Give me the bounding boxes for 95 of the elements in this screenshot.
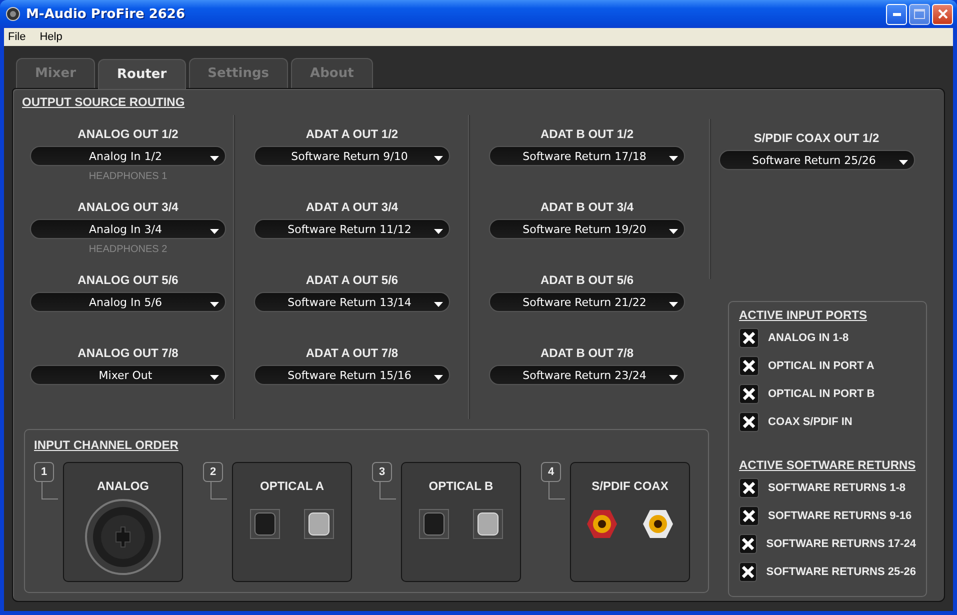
close-button[interactable] <box>932 4 953 24</box>
input-card[interactable]: ANALOG <box>63 462 183 582</box>
source-dropdown[interactable]: Software Return 25/26 <box>718 150 914 170</box>
output-label: ADAT A OUT 5/6 <box>306 273 398 287</box>
source-dropdown[interactable]: Software Return 23/24 <box>489 365 685 385</box>
check-x-icon <box>742 387 756 401</box>
checkbox[interactable] <box>739 384 759 404</box>
caret-icon <box>669 156 678 160</box>
optical-port-icon <box>250 509 280 539</box>
optical-port-icon <box>473 509 503 539</box>
minimize-icon <box>892 12 900 16</box>
menu-item[interactable]: Help <box>40 31 62 43</box>
check-x-icon <box>741 565 756 579</box>
checkbox[interactable] <box>739 534 758 554</box>
output-label: ANALOG OUT 7/8 <box>78 346 178 360</box>
rca-jack-icon <box>586 509 618 539</box>
order-number: 4 <box>541 462 561 482</box>
source-dropdown[interactable]: Analog In 3/4 <box>30 219 226 239</box>
source-dropdown[interactable]: Software Return 17/18 <box>489 146 685 166</box>
maximize-button[interactable] <box>909 4 930 24</box>
checkbox[interactable] <box>739 412 759 432</box>
section-heading: OUTPUT SOURCE ROUTING <box>22 95 185 109</box>
caret-icon <box>669 374 678 380</box>
output-label: ANALOG OUT 5/6 <box>78 273 178 287</box>
check-x-icon <box>742 415 756 429</box>
section-heading: INPUT CHANNEL ORDER <box>34 438 178 452</box>
source-dropdown[interactable]: Analog In 1/2 <box>30 146 226 166</box>
check-x-icon <box>742 509 756 523</box>
check-x-icon <box>742 481 756 495</box>
source-dropdown[interactable]: Software Return 15/16 <box>254 365 450 385</box>
checkbox-label: SOFTWARE RETURNS 17-24 <box>766 538 916 550</box>
source-dropdown[interactable]: Software Return 19/20 <box>489 219 685 239</box>
check-x-icon <box>742 359 756 373</box>
caret-icon <box>669 302 678 306</box>
output-label: ADAT B OUT 7/8 <box>540 346 634 360</box>
source-dropdown[interactable]: Software Return 13/14 <box>254 292 450 312</box>
output-label: ADAT A OUT 7/8 <box>306 346 398 360</box>
order-number: 3 <box>372 462 392 482</box>
caret-icon <box>434 374 443 380</box>
close-icon <box>938 9 948 19</box>
checkbox[interactable] <box>739 562 758 582</box>
caret-icon <box>898 160 908 164</box>
checkbox-label: COAX S/PDIF IN <box>768 416 852 428</box>
check-x-icon <box>742 331 756 345</box>
checkbox-label: OPTICAL IN PORT B <box>768 388 875 400</box>
checkbox-label: SOFTWARE RETURNS 9-16 <box>768 510 912 522</box>
caret-icon <box>210 228 219 234</box>
check-x-icon <box>741 537 756 551</box>
output-label: ANALOG OUT 3/4 <box>78 200 178 214</box>
input-card[interactable]: OPTICAL B <box>401 462 521 582</box>
caret-icon <box>669 228 678 234</box>
source-dropdown[interactable]: Analog In 5/6 <box>30 292 226 312</box>
output-label: ADAT A OUT 1/2 <box>306 127 398 141</box>
output-label: ADAT A OUT 3/4 <box>306 200 398 214</box>
output-label: ADAT B OUT 5/6 <box>540 273 634 287</box>
order-number: 1 <box>34 462 54 482</box>
output-label: ADAT B OUT 1/2 <box>540 127 634 141</box>
section-heading: ACTIVE SOFTWARE RETURNS <box>739 458 916 472</box>
output-label: S/PDIF COAX OUT 1/2 <box>754 131 880 145</box>
caret-icon <box>210 302 219 306</box>
minimize-button[interactable] <box>886 4 907 24</box>
output-label: ANALOG OUT 1/2 <box>78 127 178 141</box>
checkbox[interactable] <box>739 328 759 348</box>
source-dropdown[interactable]: Software Return 9/10 <box>254 146 450 166</box>
source-dropdown[interactable]: Mixer Out <box>30 365 226 385</box>
checkbox[interactable] <box>739 356 759 376</box>
optical-port-icon <box>419 509 449 539</box>
tab[interactable]: Router <box>98 59 186 89</box>
checkbox[interactable] <box>739 478 759 498</box>
input-card[interactable]: S/PDIF COAX <box>570 462 690 582</box>
caret-icon <box>434 228 443 234</box>
output-note: HEADPHONES 1 <box>88 171 168 182</box>
caret-icon <box>434 156 443 160</box>
maximize-icon <box>914 9 925 19</box>
caret-icon <box>210 156 219 160</box>
input-card[interactable]: OPTICAL A <box>232 462 352 582</box>
checkbox-label: SOFTWARE RETURNS 1-8 <box>768 482 906 494</box>
output-label: ADAT B OUT 3/4 <box>540 200 634 214</box>
checkbox-label: OPTICAL IN PORT A <box>768 360 874 372</box>
section-heading: ACTIVE INPUT PORTS <box>739 308 868 322</box>
source-dropdown[interactable]: Software Return 21/22 <box>489 292 685 312</box>
order-number: 2 <box>203 462 223 482</box>
optical-port-icon <box>304 509 334 539</box>
source-dropdown[interactable]: Software Return 11/12 <box>254 219 450 239</box>
combo-jack-icon <box>85 499 161 575</box>
window-title: M-Audio ProFire 2626 <box>26 6 186 22</box>
caret-icon <box>210 374 219 380</box>
menu-item[interactable]: File <box>8 31 26 43</box>
checkbox[interactable] <box>739 506 759 526</box>
rca-jack-icon <box>642 509 674 539</box>
app-icon <box>6 7 20 21</box>
output-note: HEADPHONES 2 <box>88 244 168 255</box>
checkbox-label: SOFTWARE RETURNS 25-26 <box>766 566 916 578</box>
checkbox-label: ANALOG IN 1-8 <box>768 332 849 344</box>
caret-icon <box>434 302 443 306</box>
